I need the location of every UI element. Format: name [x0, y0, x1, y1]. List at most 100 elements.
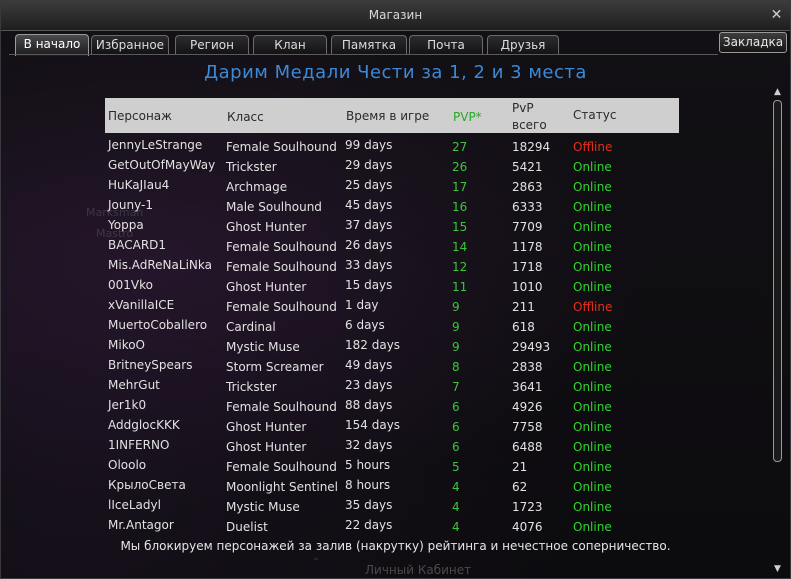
cell-time: 88 days	[345, 398, 393, 412]
cell-character[interactable]: Yoppa	[108, 218, 144, 232]
cell-pvp: 9	[452, 300, 460, 314]
cell-time: 33 days	[345, 258, 393, 272]
cell-character[interactable]: 001Vko	[108, 278, 153, 292]
cell-status: Online	[573, 180, 612, 194]
header-class[interactable]: Класс	[227, 110, 264, 124]
cell-pvp-total: 7709	[512, 220, 543, 234]
shop-window: Магазин ✕ Marksman Mastro В начало Избра…	[0, 0, 791, 579]
scroll-track[interactable]	[773, 100, 782, 562]
cell-character[interactable]: 1INFERNO	[108, 438, 169, 452]
table-scrollbar[interactable]: ▲ ▼	[772, 87, 783, 575]
promo-banner: Дарим Медали Чести за 1, 2 и 3 места	[204, 62, 587, 83]
cell-class: Female Soulhound	[226, 460, 337, 474]
cell-character[interactable]: GetOutOfMayWay	[108, 158, 215, 172]
cell-pvp-total: 7758	[512, 420, 543, 434]
cell-character[interactable]: Jouny-1	[108, 198, 153, 212]
cell-class: Female Soulhound	[226, 300, 337, 314]
cell-status: Online	[573, 240, 612, 254]
cell-pvp-total: 21	[512, 460, 528, 474]
cell-character[interactable]: HuKaJIau4	[108, 178, 169, 192]
cell-pvp: 7	[452, 380, 460, 394]
title-bar[interactable]: Магазин ✕	[1, 1, 790, 31]
cell-pvp-total: 1010	[512, 280, 543, 294]
bookmark-button[interactable]: Закладка	[719, 32, 787, 53]
cell-pvp-total: 3641	[512, 380, 543, 394]
cell-pvp-total: 29493	[512, 340, 551, 354]
cell-pvp: 4	[452, 480, 460, 494]
cell-class: Mystic Muse	[226, 340, 300, 354]
header-time[interactable]: Время в игре	[346, 109, 429, 123]
cell-pvp: 15	[452, 220, 468, 234]
cell-pvp-total: 4076	[512, 520, 543, 534]
cell-class: Ghost Hunter	[226, 280, 307, 294]
cell-character[interactable]: BritneySpears	[108, 358, 192, 372]
cell-class: Ghost Hunter	[226, 440, 307, 454]
cell-character[interactable]: КрылоСвета	[108, 478, 186, 492]
cell-character[interactable]: xVanillaICE	[108, 298, 174, 312]
cell-status: Online	[573, 340, 612, 354]
cell-character[interactable]: MuertoCoballero	[108, 318, 207, 332]
tab-region[interactable]: Регион	[175, 35, 249, 54]
cell-status: Online	[573, 360, 612, 374]
scroll-thumb[interactable]	[773, 100, 782, 462]
tab-favorites[interactable]: Избранное	[91, 35, 169, 54]
cell-character[interactable]: lIceLadyl	[108, 498, 161, 512]
cell-status: Online	[573, 400, 612, 414]
cell-pvp-total: 6488	[512, 440, 543, 454]
cell-status: Online	[573, 500, 612, 514]
cell-time: 35 days	[345, 498, 393, 512]
personal-cabinet-link[interactable]: Личный Кабинет	[365, 563, 471, 577]
cell-status: Online	[573, 200, 612, 214]
cell-character[interactable]: Mis.AdReNaLiNka	[108, 258, 212, 272]
cell-status: Online	[573, 260, 612, 274]
cell-pvp-total: 1178	[512, 240, 543, 254]
cell-pvp: 8	[452, 360, 460, 374]
cell-status: Online	[573, 280, 612, 294]
cell-class: Mystic Muse	[226, 500, 300, 514]
cell-status: Online	[573, 520, 612, 534]
cell-status: Offline	[573, 140, 613, 154]
cell-pvp: 9	[452, 340, 460, 354]
header-pvp-total-1[interactable]: PvP	[512, 101, 534, 115]
window-title: Магазин	[368, 8, 423, 22]
cell-character[interactable]: MikoO	[108, 338, 145, 352]
cell-class: Trickster	[226, 380, 277, 394]
cell-time: 15 days	[345, 278, 393, 292]
header-status[interactable]: Статус	[573, 108, 616, 122]
cell-pvp: 5	[452, 460, 460, 474]
cell-pvp-total: 6333	[512, 200, 543, 214]
tab-clan[interactable]: Клан	[253, 35, 327, 54]
cell-status: Online	[573, 160, 612, 174]
cell-character[interactable]: MehrGut	[108, 378, 160, 392]
header-pvp[interactable]: PVP*	[453, 110, 482, 124]
cell-pvp: 6	[452, 420, 460, 434]
cell-time: 26 days	[345, 238, 393, 252]
cell-pvp-total: 62	[512, 480, 528, 494]
close-icon[interactable]: ✕	[769, 8, 784, 23]
cell-pvp-total: 5421	[512, 160, 543, 174]
cell-time: 6 days	[345, 318, 385, 332]
cell-pvp: 14	[452, 240, 468, 254]
scroll-down-icon[interactable]: ▼	[772, 564, 783, 575]
expand-up-icon[interactable]: ⌃	[312, 557, 320, 568]
cell-status: Online	[573, 480, 612, 494]
cell-character[interactable]: Oloolo	[108, 458, 146, 472]
cell-character[interactable]: JennyLeStrange	[108, 138, 202, 152]
table-header: Персонаж Класс Время в игре PVP* PvP все…	[105, 98, 679, 133]
cell-time: 49 days	[345, 358, 393, 372]
cell-character[interactable]: BACARD1	[108, 238, 166, 252]
tab-home[interactable]: В начало	[15, 34, 89, 56]
cell-character[interactable]: Jer1k0	[108, 398, 146, 412]
cell-character[interactable]: Mr.Antagor	[108, 518, 174, 532]
tab-friends[interactable]: Друзья	[487, 35, 559, 54]
cell-time: 1 day	[345, 298, 379, 312]
cell-time: 25 days	[345, 178, 393, 192]
scroll-up-icon[interactable]: ▲	[772, 87, 783, 98]
cell-character[interactable]: AddglocKKK	[108, 418, 180, 432]
header-character[interactable]: Персонаж	[108, 109, 172, 123]
cell-time: 5 hours	[345, 458, 391, 472]
cell-pvp-total: 2838	[512, 360, 543, 374]
cell-class: Ghost Hunter	[226, 420, 307, 434]
tab-mail[interactable]: Почта	[409, 35, 483, 54]
tab-memo[interactable]: Памятка	[331, 35, 407, 54]
